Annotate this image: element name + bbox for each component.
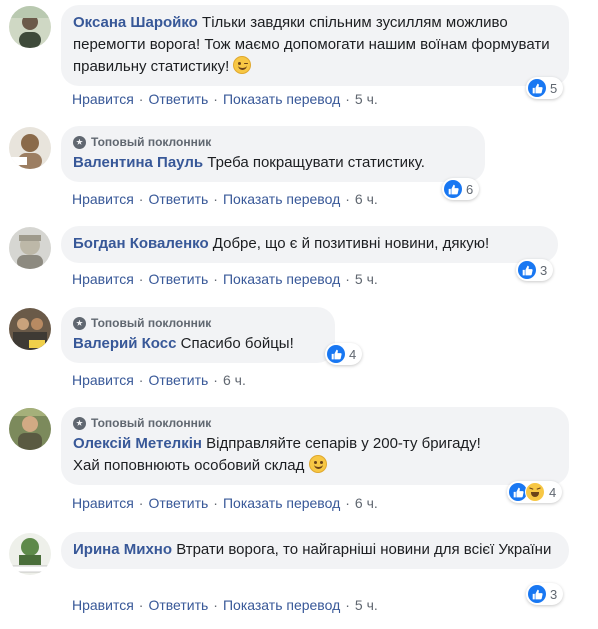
avatar[interactable]: [9, 127, 51, 169]
translate-link[interactable]: Показать перевод: [223, 91, 340, 107]
reply-link[interactable]: Ответить: [148, 271, 208, 287]
separator-dot: ·: [138, 91, 144, 107]
comment-bubble: Ирина Михно Втрати ворога, то найгарніші…: [61, 532, 569, 569]
reply-link[interactable]: Ответить: [148, 91, 208, 107]
separator-dot: ·: [213, 495, 218, 511]
reply-link[interactable]: Ответить: [148, 191, 208, 207]
reactions-count: 4: [549, 484, 557, 500]
top-fan-badge: Топовый поклонник: [73, 415, 557, 431]
comment-author[interactable]: Валерий Косс: [73, 335, 176, 352]
translate-link[interactable]: Показать перевод: [223, 597, 340, 613]
reactions-summary[interactable]: 4: [507, 481, 563, 503]
separator-dot: ·: [138, 495, 144, 511]
translate-link[interactable]: Показать перевод: [223, 191, 340, 207]
comment-actions: Нравится · Ответить · Показать перевод · 5 ч.: [72, 596, 378, 614]
comment-author[interactable]: Оксана Шаройко: [73, 14, 198, 31]
separator-dot: ·: [345, 91, 350, 107]
comment-author[interactable]: Богдан Коваленко: [73, 235, 209, 252]
wink-emoji: [233, 56, 252, 74]
comment-text: Втрати ворога, то найгарніші новини для …: [176, 541, 552, 558]
translate-link[interactable]: Показать перевод: [223, 271, 340, 287]
comment-timestamp[interactable]: 6 ч.: [355, 495, 378, 511]
comment-bubble: Топовый поклонник Валерий Косс Спасибо б…: [61, 307, 335, 363]
top-fan-badge: Топовый поклонник: [73, 315, 323, 331]
comment-bubble: Топовый поклонник Валентина Пауль Треба …: [61, 126, 485, 182]
separator-dot: ·: [213, 271, 218, 287]
comment-text: Спасибо бойцы!: [180, 335, 294, 352]
avatar[interactable]: [9, 6, 51, 48]
comment-timestamp[interactable]: 6 ч.: [223, 372, 246, 388]
top-fan-label: Топовый поклонник: [91, 316, 212, 330]
comment-actions: Нравится · Ответить · Показать перевод · 5 ч.: [72, 90, 378, 108]
comment-bubble: Топовый поклонник Олексій Метелкін Відпр…: [61, 407, 569, 485]
comment-text: Треба покращувати статистику.: [207, 154, 425, 171]
like-link[interactable]: Нравится: [72, 495, 134, 511]
like-icon: [444, 180, 462, 198]
separator-dot: ·: [345, 191, 350, 207]
like-icon: [327, 345, 345, 363]
separator-dot: ·: [213, 91, 218, 107]
like-link[interactable]: Нравится: [72, 271, 134, 287]
star-icon: [73, 416, 86, 430]
comment-actions: Нравится · Ответить · 6 ч.: [72, 371, 246, 389]
comment-text: Відправляйте сепарів у 200-ту бригаду!: [206, 435, 481, 452]
comment-timestamp[interactable]: 5 ч.: [355, 597, 378, 613]
reactions-summary[interactable]: 3: [516, 259, 554, 281]
avatar[interactable]: [9, 308, 51, 350]
top-fan-label: Топовый поклонник: [91, 135, 212, 149]
like-link[interactable]: Нравится: [72, 372, 134, 388]
reactions-count: 3: [540, 262, 548, 278]
haha-icon: [525, 482, 545, 502]
translate-link[interactable]: Показать перевод: [223, 495, 340, 511]
like-link[interactable]: Нравится: [72, 597, 134, 613]
comment-timestamp[interactable]: 5 ч.: [355, 91, 378, 107]
comment-timestamp[interactable]: 5 ч.: [355, 271, 378, 287]
separator-dot: ·: [138, 597, 144, 613]
reactions-count: 5: [550, 80, 558, 96]
comment-actions: Нравится · Ответить · Показать перевод · 5 ч.: [72, 270, 378, 288]
star-icon: [73, 135, 86, 149]
separator-dot: ·: [138, 191, 144, 207]
comment-text: Добре, що є й позитивні новини, дякую!: [212, 235, 490, 252]
separator-dot: ·: [138, 271, 144, 287]
comment-actions: Нравится · Ответить · Показать перевод · 6 ч.: [72, 190, 378, 208]
reactions-summary[interactable]: 6: [442, 178, 480, 200]
avatar[interactable]: [9, 408, 51, 450]
top-fan-badge: Топовый поклонник: [73, 134, 473, 150]
reactions-summary[interactable]: 4: [325, 343, 363, 365]
separator-dot: ·: [345, 495, 350, 511]
reactions-count: 3: [550, 586, 558, 602]
top-fan-label: Топовый поклонник: [91, 416, 212, 430]
like-link[interactable]: Нравится: [72, 191, 134, 207]
comment-author[interactable]: Валентина Пауль: [73, 154, 203, 171]
comment-bubble: Богдан Коваленко Добре, що є й позитивні…: [61, 226, 558, 263]
reply-link[interactable]: Ответить: [148, 495, 208, 511]
reactions-count: 6: [466, 181, 474, 197]
separator-dot: ·: [345, 271, 350, 287]
comment-bubble: Оксана Шаройко Тільки завдяки спільним з…: [61, 5, 569, 86]
avatar[interactable]: [9, 533, 51, 575]
comment-actions: Нравится · Ответить · Показать перевод · 6 ч.: [72, 494, 378, 512]
separator-dot: ·: [345, 597, 350, 613]
reactions-summary[interactable]: 5: [526, 77, 564, 99]
reactions-count: 4: [349, 346, 357, 362]
reactions-summary[interactable]: 3: [526, 583, 564, 605]
reply-link[interactable]: Ответить: [148, 597, 208, 613]
comment-timestamp[interactable]: 6 ч.: [355, 191, 378, 207]
star-icon: [73, 316, 86, 330]
reply-link[interactable]: Ответить: [148, 372, 208, 388]
separator-dot: ·: [213, 191, 218, 207]
like-icon: [528, 585, 546, 603]
comment-author[interactable]: Ирина Михно: [73, 541, 172, 558]
comment-author[interactable]: Олексій Метелкін: [73, 435, 202, 452]
separator-dot: ·: [138, 372, 144, 388]
avatar[interactable]: [9, 227, 51, 269]
separator-dot: ·: [213, 597, 218, 613]
like-icon: [528, 79, 546, 97]
separator-dot: ·: [213, 372, 218, 388]
like-link[interactable]: Нравится: [72, 91, 134, 107]
comment-text: Хай поповнюють особовий склад: [73, 457, 305, 474]
smile-emoji: [308, 455, 327, 473]
like-icon: [518, 261, 536, 279]
